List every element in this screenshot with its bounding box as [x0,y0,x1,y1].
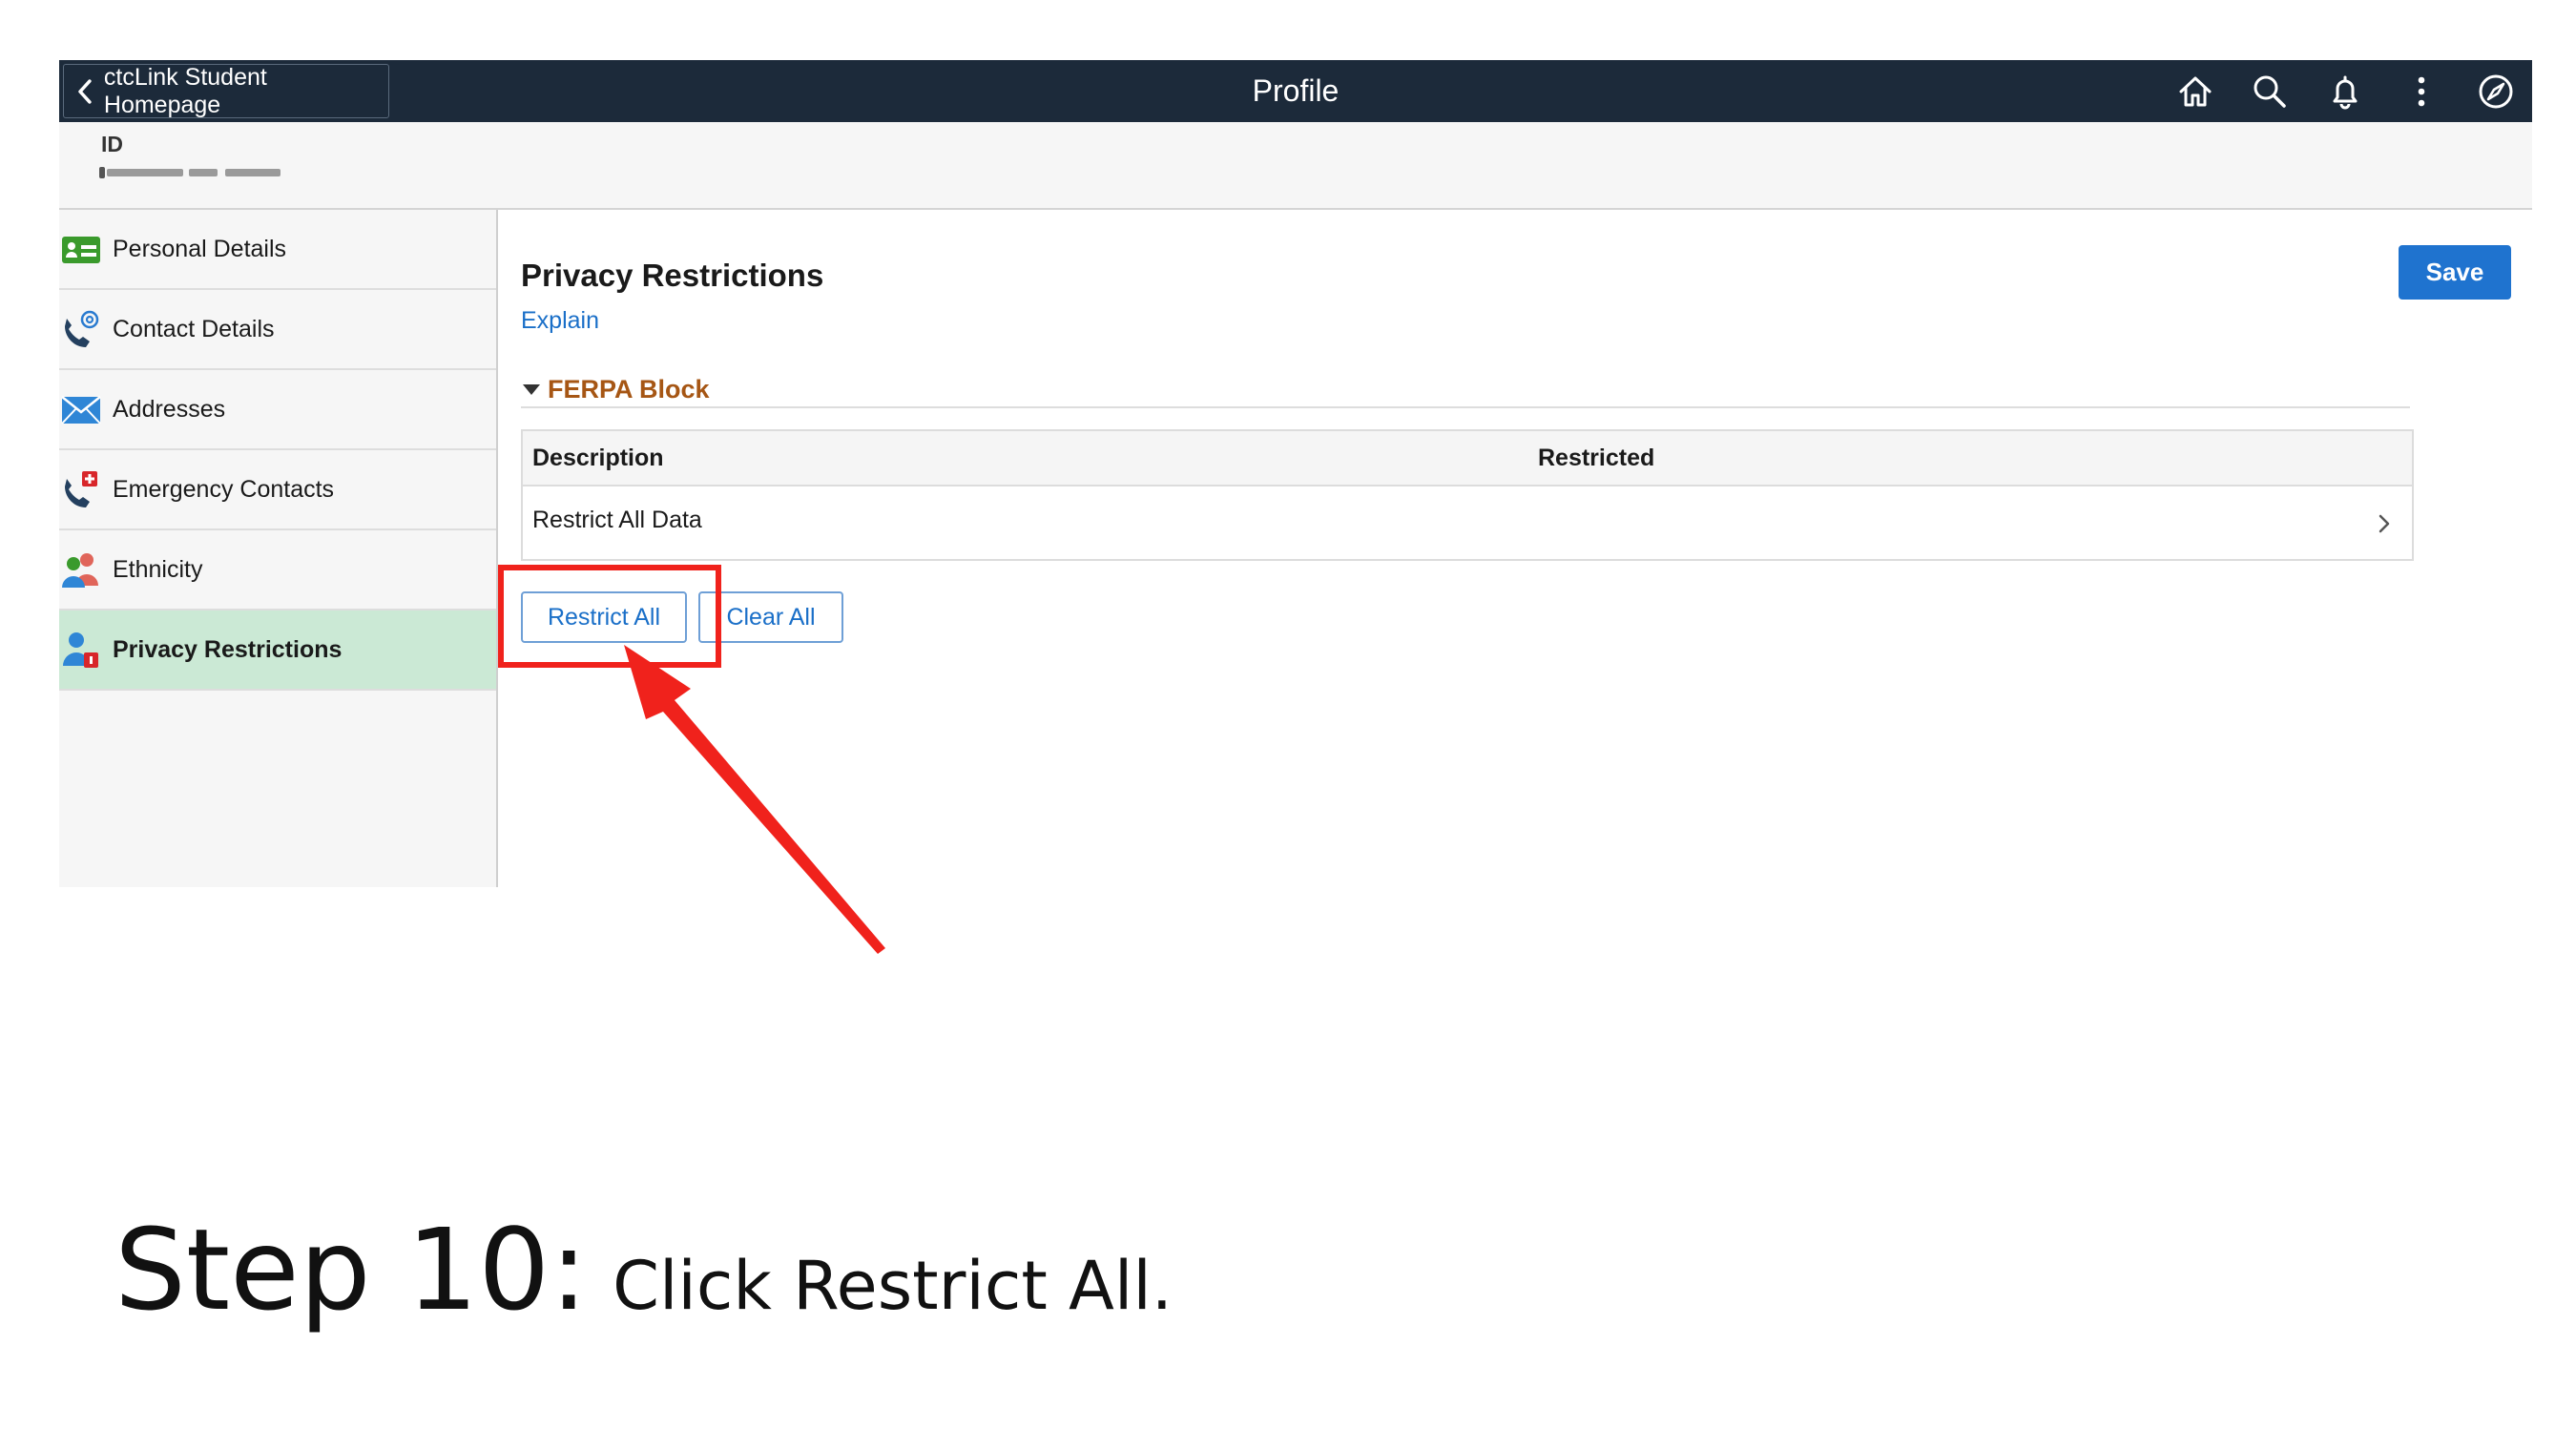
chevron-left-icon [78,78,92,104]
ferpa-block-title: FERPA Block [548,374,710,404]
sidebar-item-label: Contact Details [113,315,275,342]
search-icon[interactable] [2252,73,2288,110]
sidebar: Personal Details Contact Details Address… [59,210,498,887]
id-label: ID [101,132,123,156]
step-caption: Step 10: Click Restrict All. [114,1204,1173,1335]
table-header: Description Restricted [523,431,2412,486]
sidebar-item-label: Emergency Contacts [113,475,335,503]
sidebar-item-ethnicity[interactable]: Ethnicity [59,530,496,611]
sidebar-item-personal-details[interactable]: Personal Details [59,210,496,290]
phone-cross-icon [65,471,97,507]
row-description: Restrict All Data [532,507,702,533]
sidebar-item-label: Addresses [113,395,226,423]
phone-at-icon [65,310,99,347]
annotation-arrow-icon [624,645,885,954]
id-value-redacted [99,164,295,181]
caption-instruction: Click Restrict All. [613,1247,1174,1325]
home-icon[interactable] [2177,73,2213,110]
sidebar-item-label: Ethnicity [113,555,203,583]
header-bar: ctcLink Student Homepage Profile [59,60,2532,122]
id-card-icon [62,237,100,263]
sidebar-item-emergency-contacts[interactable]: Emergency Contacts [59,450,496,530]
sidebar-item-contact-details[interactable]: Contact Details [59,290,496,370]
save-button[interactable]: Save [2399,245,2511,300]
envelope-icon [61,396,101,424]
back-button-label: ctcLink Student Homepage [103,63,267,118]
compass-icon[interactable] [2478,73,2514,110]
column-header-restricted: Restricted [1538,445,1655,471]
restrictions-table: Description Restricted Restrict All Data [521,429,2414,561]
sidebar-item-addresses[interactable]: Addresses [59,370,496,450]
sidebar-item-privacy-restrictions[interactable]: Privacy Restrictions [59,611,496,691]
table-row[interactable]: Restrict All Data [523,486,2412,559]
id-banner: ID [59,122,2532,210]
ferpa-block-toggle[interactable]: FERPA Block [521,372,2410,408]
user-lock-icon [63,632,98,668]
caption-step-number: Step 10: [114,1204,589,1335]
section-title: Privacy Restrictions [521,258,824,293]
explain-link[interactable]: Explain [521,307,599,335]
sidebar-item-label: Privacy Restrictions [113,635,343,663]
chevron-right-icon [2379,514,2390,533]
caret-down-icon [523,384,540,395]
people-icon [62,553,98,588]
more-vertical-icon[interactable] [2403,73,2440,110]
column-header-description: Description [532,445,664,471]
bell-icon[interactable] [2327,73,2363,110]
back-button[interactable]: ctcLink Student Homepage [63,64,389,118]
sidebar-item-label: Personal Details [113,235,287,262]
page-title: Profile [1252,73,1340,108]
